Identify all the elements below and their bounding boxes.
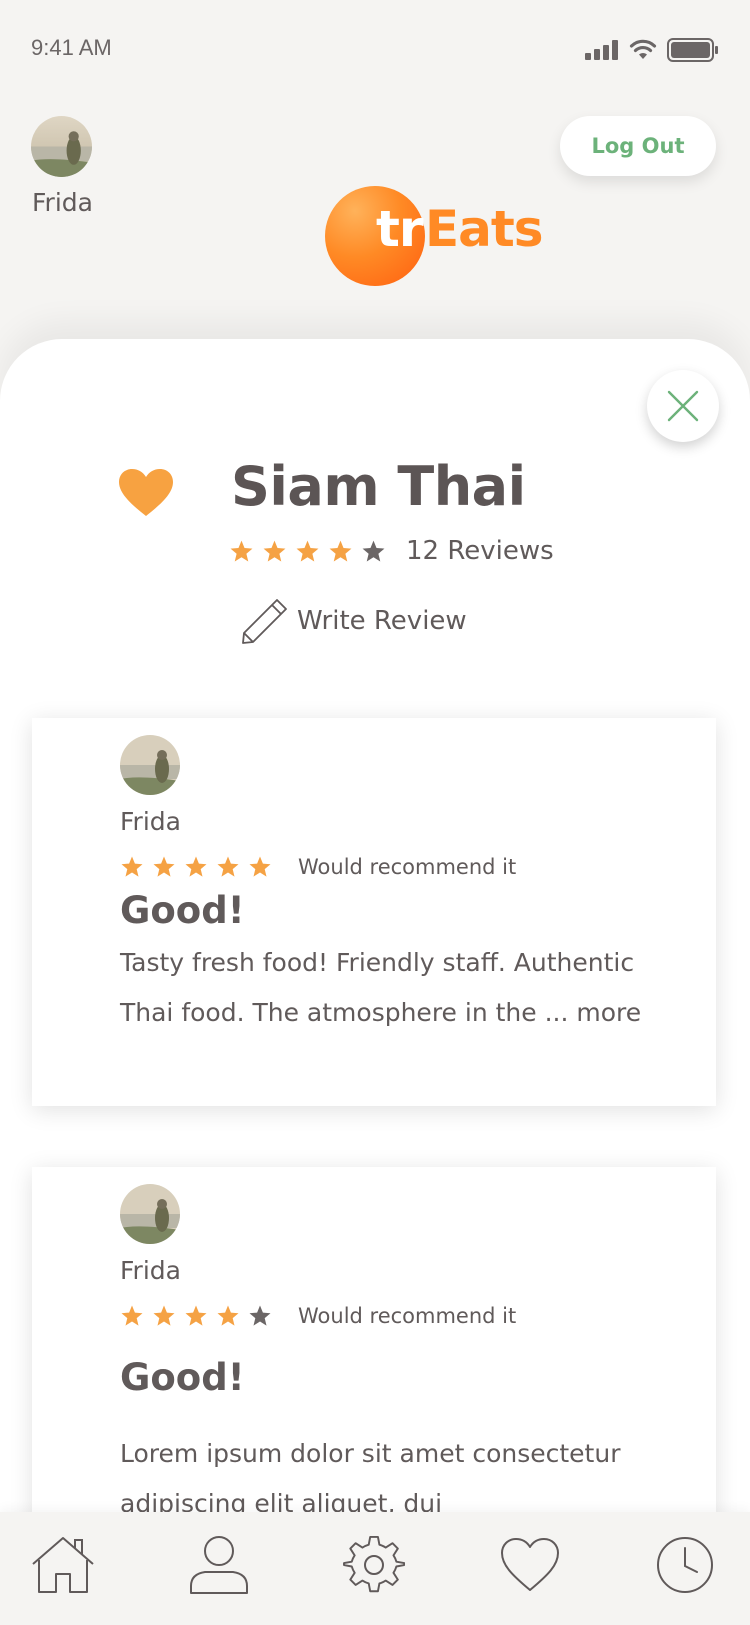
star-empty-icon xyxy=(362,540,385,561)
logo-text-eats: Eats xyxy=(425,200,544,258)
status-icons xyxy=(585,38,719,62)
restaurant-rating: 12 Reviews xyxy=(229,536,554,566)
star-filled-icon xyxy=(185,1305,207,1326)
status-time: 9:41 AM xyxy=(31,35,112,60)
star-filled-icon xyxy=(217,856,239,877)
review-card[interactable]: Frida Would recommend it Good! Tasty fre… xyxy=(32,718,716,1106)
restaurant-name: Siam Thai xyxy=(231,455,526,518)
home-icon xyxy=(32,1536,94,1593)
reviewer-avatar xyxy=(120,735,180,795)
tab-history[interactable] xyxy=(650,1530,720,1600)
write-review-button[interactable]: Write Review xyxy=(241,597,467,645)
star-filled-icon xyxy=(230,540,253,561)
reviewer-name: Frida xyxy=(120,807,181,836)
header-username: Frida xyxy=(32,188,93,217)
review-rating: Would recommend it xyxy=(120,1304,516,1328)
star-filled-icon xyxy=(329,540,352,561)
star-filled-icon xyxy=(217,1305,239,1326)
star-filled-icon xyxy=(153,856,175,877)
close-icon xyxy=(667,390,699,422)
star-filled-icon xyxy=(153,1305,175,1326)
restaurant-detail-screen: 9:41 AM Frida Log Out tr Eats Siam Thai … xyxy=(0,0,750,1625)
star-filled-icon xyxy=(185,856,207,877)
logout-button[interactable]: Log Out xyxy=(560,116,716,176)
review-title: Good! xyxy=(120,1356,245,1399)
star-filled-icon xyxy=(121,856,143,877)
review-rating: Would recommend it xyxy=(120,855,516,879)
star-filled-icon xyxy=(296,540,319,561)
recommend-label: Would recommend it xyxy=(298,1304,517,1328)
star-empty-icon xyxy=(249,1305,271,1326)
favorites-icon xyxy=(500,1537,559,1591)
rating-stars xyxy=(229,539,386,564)
profile-icon xyxy=(189,1535,248,1594)
bottom-tab-bar xyxy=(0,1512,750,1625)
star-filled-icon xyxy=(249,856,271,877)
settings-icon xyxy=(343,1535,405,1592)
reviewer-name: Frida xyxy=(120,1256,181,1285)
reviews-count[interactable]: 12 Reviews xyxy=(406,536,554,566)
user-avatar[interactable] xyxy=(31,116,92,177)
write-review-label: Write Review xyxy=(297,606,467,636)
battery-icon xyxy=(667,38,718,62)
review-stars xyxy=(120,1304,272,1328)
favorite-heart-icon[interactable] xyxy=(118,468,174,518)
recommend-label: Would recommend it xyxy=(298,855,517,879)
close-button[interactable] xyxy=(647,370,719,442)
history-icon xyxy=(657,1536,713,1593)
review-body: Tasty fresh food! Friendly staff. Authen… xyxy=(120,948,642,1027)
tab-profile[interactable] xyxy=(184,1530,254,1600)
pencil-icon xyxy=(242,599,287,644)
tab-settings[interactable] xyxy=(339,1530,409,1600)
review-title: Good! xyxy=(120,889,245,932)
signal-icon xyxy=(585,40,618,60)
wifi-icon xyxy=(629,39,657,59)
logo-text-tr: tr xyxy=(376,200,424,258)
treats-logo: tr Eats xyxy=(325,186,555,286)
star-filled-icon xyxy=(121,1305,143,1326)
tab-favorites[interactable] xyxy=(495,1530,565,1600)
tab-home[interactable] xyxy=(28,1530,98,1600)
reviewer-avatar xyxy=(120,1184,180,1244)
star-filled-icon xyxy=(263,540,286,561)
review-stars xyxy=(120,855,272,879)
